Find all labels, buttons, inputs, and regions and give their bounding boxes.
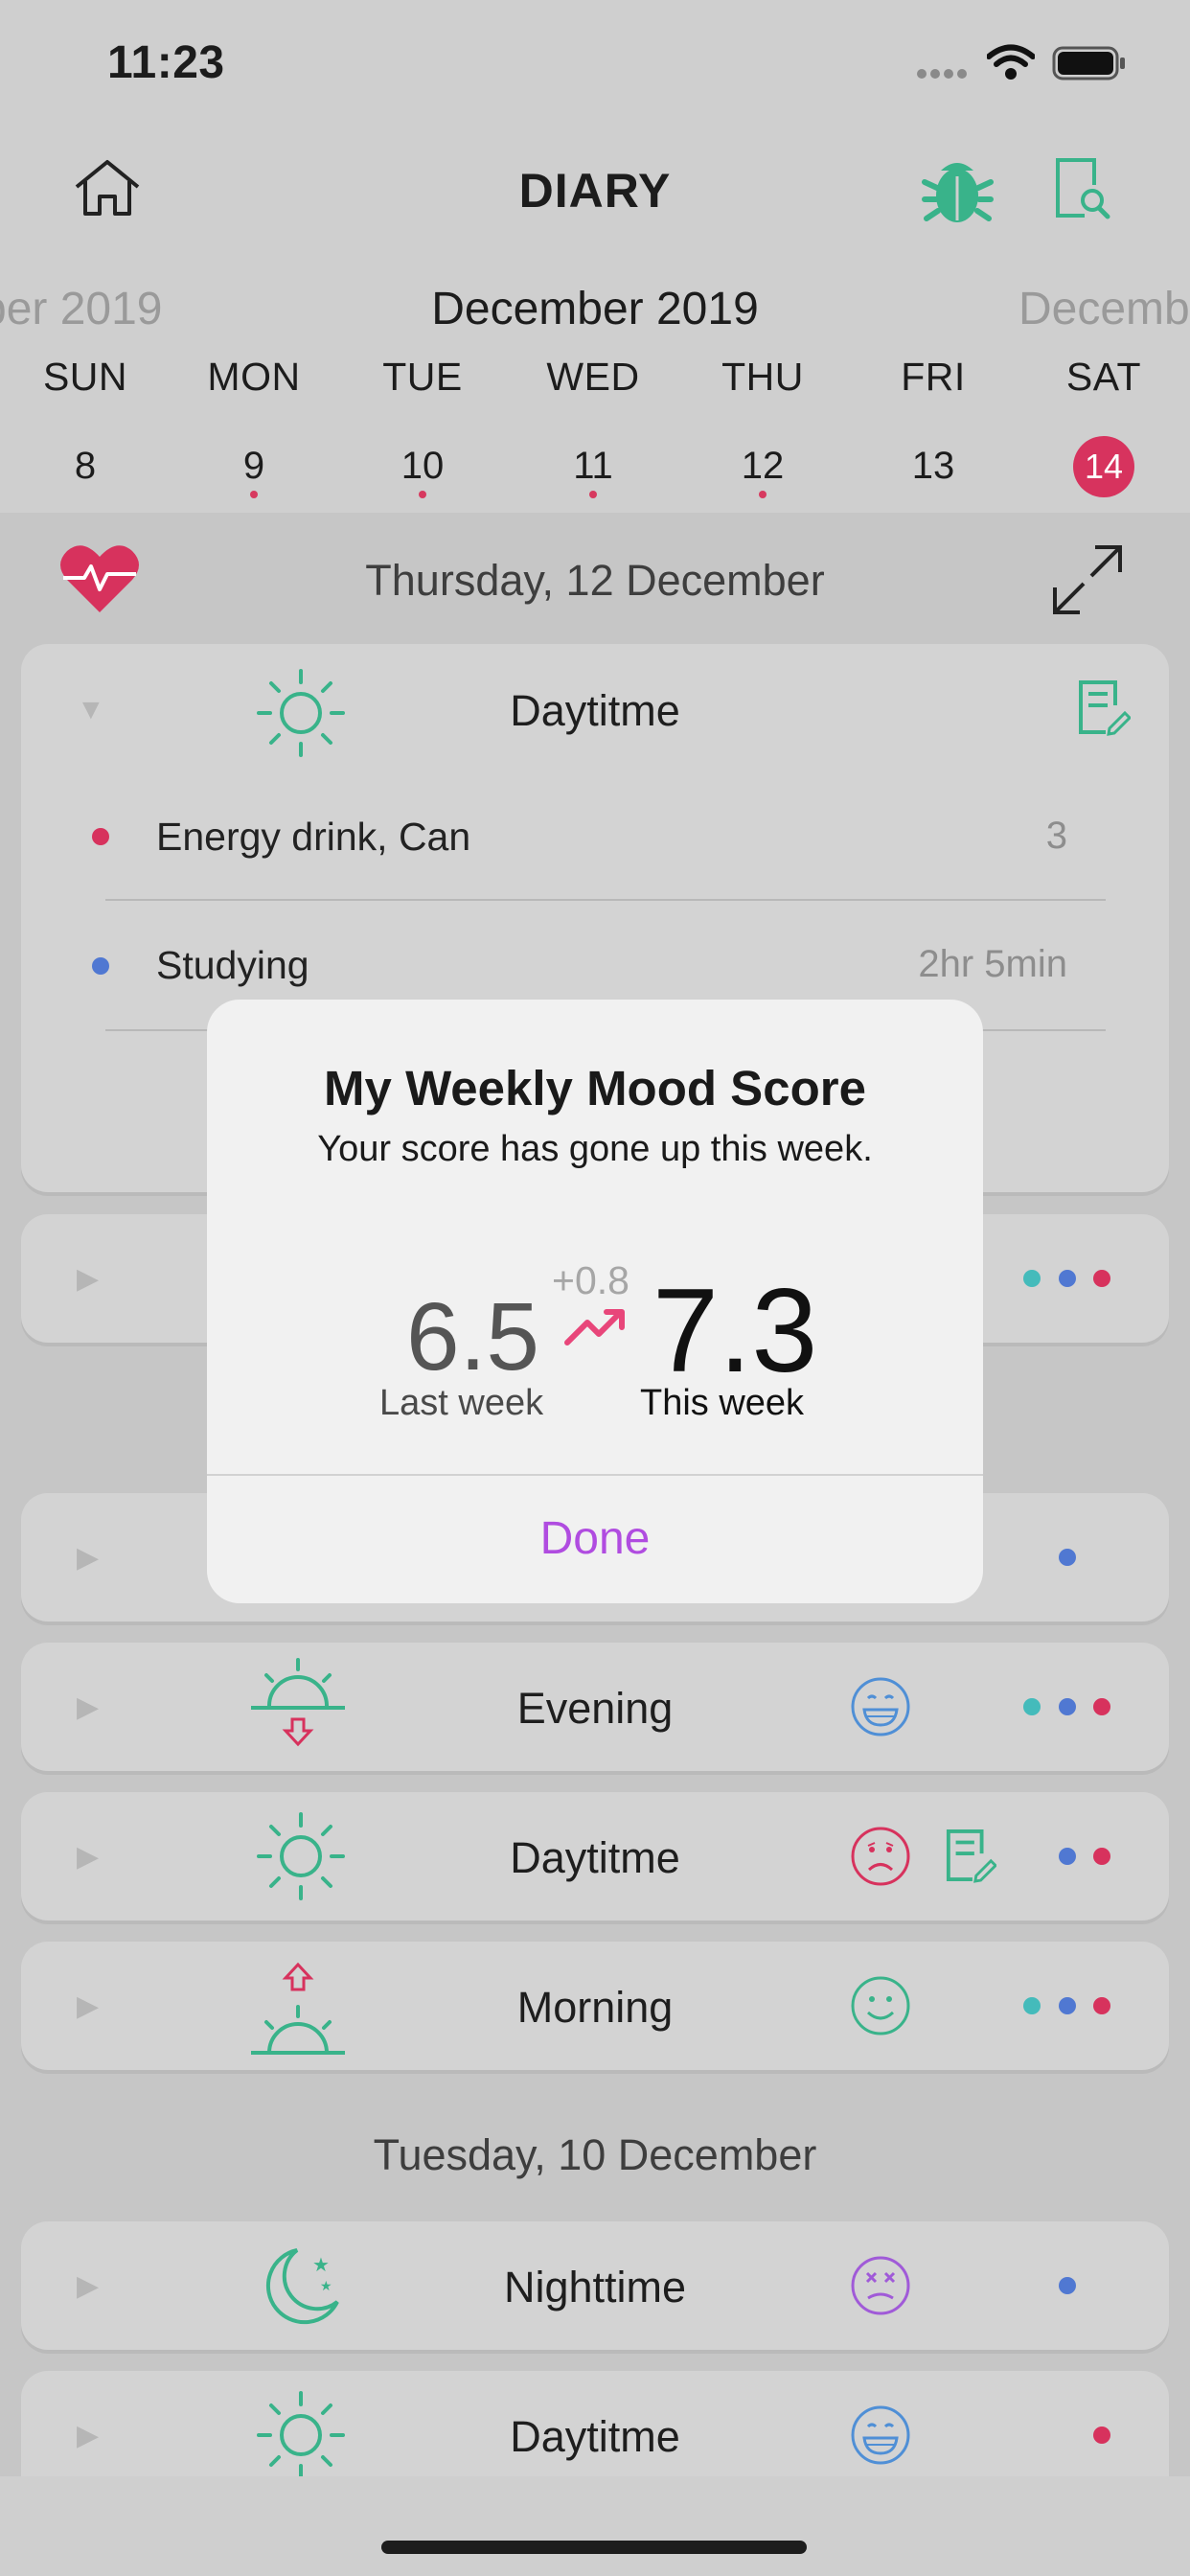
- blue-dot: [1059, 1997, 1076, 2014]
- signal-icon: [917, 69, 967, 79]
- card-label: Daytitme: [510, 686, 680, 735]
- sad-face-icon: [851, 1827, 910, 1886]
- wifi-icon: [987, 44, 1035, 80]
- entry-card-daytime[interactable]: ▶ Daytitme: [21, 1792, 1169, 1920]
- entry-color-dot: [92, 828, 109, 845]
- very-happy-face-icon: [851, 2405, 910, 2465]
- note-edit-icon[interactable]: [1077, 678, 1131, 736]
- day-name: TUE: [382, 355, 463, 399]
- blue-dot: [1059, 1848, 1076, 1865]
- bug-icon[interactable]: [922, 153, 994, 226]
- this-week-score: 7.3: [652, 1265, 818, 1397]
- entry-name: Studying: [156, 943, 309, 987]
- teal-dot: [1023, 1997, 1041, 2014]
- dialog-divider: [207, 1474, 983, 1476]
- red-dot: [1093, 1270, 1110, 1287]
- battery-icon: [1052, 46, 1125, 80]
- teal-dot: [1023, 1698, 1041, 1715]
- red-dot: [1093, 1698, 1110, 1715]
- day-name: SUN: [42, 355, 128, 399]
- card-label: Daytitme: [510, 1833, 680, 1882]
- note-edit-icon[interactable]: [945, 1827, 996, 1884]
- red-dot: [1093, 2426, 1110, 2444]
- day-name: WED: [546, 355, 640, 399]
- status-time: 11:23: [107, 37, 225, 88]
- entry-name: Energy drink, Can: [156, 815, 471, 859]
- last-week-score: 6.5: [406, 1283, 540, 1391]
- day-name: THU: [721, 355, 804, 399]
- very-happy-face-icon: [851, 1677, 910, 1736]
- day-sun[interactable]: SUN 8: [0, 355, 171, 496]
- entry-color-dot: [92, 957, 109, 975]
- day-thu[interactable]: THU 12: [677, 355, 848, 498]
- card-label: Morning: [516, 1983, 674, 2032]
- expand-triangle-icon[interactable]: ▶: [77, 1541, 99, 1575]
- entry-value: 2hr 5min: [918, 943, 1067, 985]
- report-search-icon[interactable]: [1052, 156, 1111, 221]
- day-date: 10: [400, 445, 445, 487]
- day-date: 13: [911, 445, 955, 487]
- current-month: December 2019: [431, 284, 759, 334]
- mood-score-dialog: My Weekly Mood Score Your score has gone…: [207, 1000, 983, 1603]
- day-date: 9: [242, 445, 265, 487]
- expand-triangle-icon[interactable]: ▶: [77, 1262, 99, 1296]
- blue-dot: [1059, 2277, 1076, 2294]
- divider: [105, 899, 1106, 901]
- blue-dot: [1059, 1698, 1076, 1715]
- teal-dot: [1023, 1270, 1041, 1287]
- day-date: 8: [74, 445, 97, 487]
- next-month[interactable]: Decemb: [1018, 283, 1190, 335]
- entry-card-evening[interactable]: ▶ Evening: [21, 1643, 1169, 1771]
- day-name: SAT: [1065, 355, 1142, 399]
- this-week-label: This week: [640, 1383, 805, 1423]
- smile-face-icon: [851, 1976, 910, 2036]
- date-heading: Tuesday, 10 December: [373, 2130, 817, 2179]
- score-delta: +0.8: [552, 1258, 629, 1302]
- card-label: Nighttime: [503, 2263, 687, 2312]
- selected-day-badge: 14: [1073, 436, 1134, 497]
- blue-dot: [1059, 1270, 1076, 1287]
- entry-card-daytime[interactable]: ▶ Daytitme: [21, 2371, 1169, 2479]
- red-dot: [1093, 1848, 1110, 1865]
- dizzy-face-icon: [851, 2256, 910, 2315]
- day-tue[interactable]: TUE 10: [337, 355, 508, 498]
- red-dot: [1093, 1997, 1110, 2014]
- dialog-title: My Weekly Mood Score: [324, 1061, 866, 1116]
- day-name: MON: [207, 355, 301, 399]
- expand-icon[interactable]: [1049, 541, 1126, 618]
- entry-card-morning[interactable]: ▶ Morning: [21, 1942, 1169, 2070]
- card-label: Evening: [516, 1684, 674, 1733]
- dialog-subtitle: Your score has gone up this week.: [317, 1129, 873, 1169]
- top-area: 11:23 DIARY ber 2019 December 2019 Decem…: [0, 0, 1190, 513]
- day-fri[interactable]: FRI 13: [848, 355, 1018, 496]
- done-button[interactable]: Done: [207, 1512, 983, 1565]
- page-title: DIARY: [518, 164, 672, 218]
- blue-dot: [1059, 1549, 1076, 1566]
- bottom-safe-area: [0, 2476, 1190, 2576]
- card-label: Daytitme: [510, 2412, 680, 2461]
- home-indicator[interactable]: [381, 2541, 807, 2554]
- date-heading: Thursday, 12 December: [365, 556, 825, 605]
- day-wed[interactable]: WED 11: [508, 355, 678, 498]
- entry-card-nighttime[interactable]: ▶ ★ ★ Nighttime: [21, 2221, 1169, 2350]
- trend-up-icon: [564, 1309, 625, 1346]
- day-mon[interactable]: MON 9: [169, 355, 339, 498]
- entry-value: 3: [1045, 815, 1067, 857]
- day-sat[interactable]: SAT 14: [1018, 355, 1189, 497]
- last-week-label: Last week: [379, 1383, 544, 1423]
- day-name: FRI: [901, 355, 966, 399]
- day-date: 11: [573, 445, 613, 487]
- day-date: 12: [741, 445, 785, 487]
